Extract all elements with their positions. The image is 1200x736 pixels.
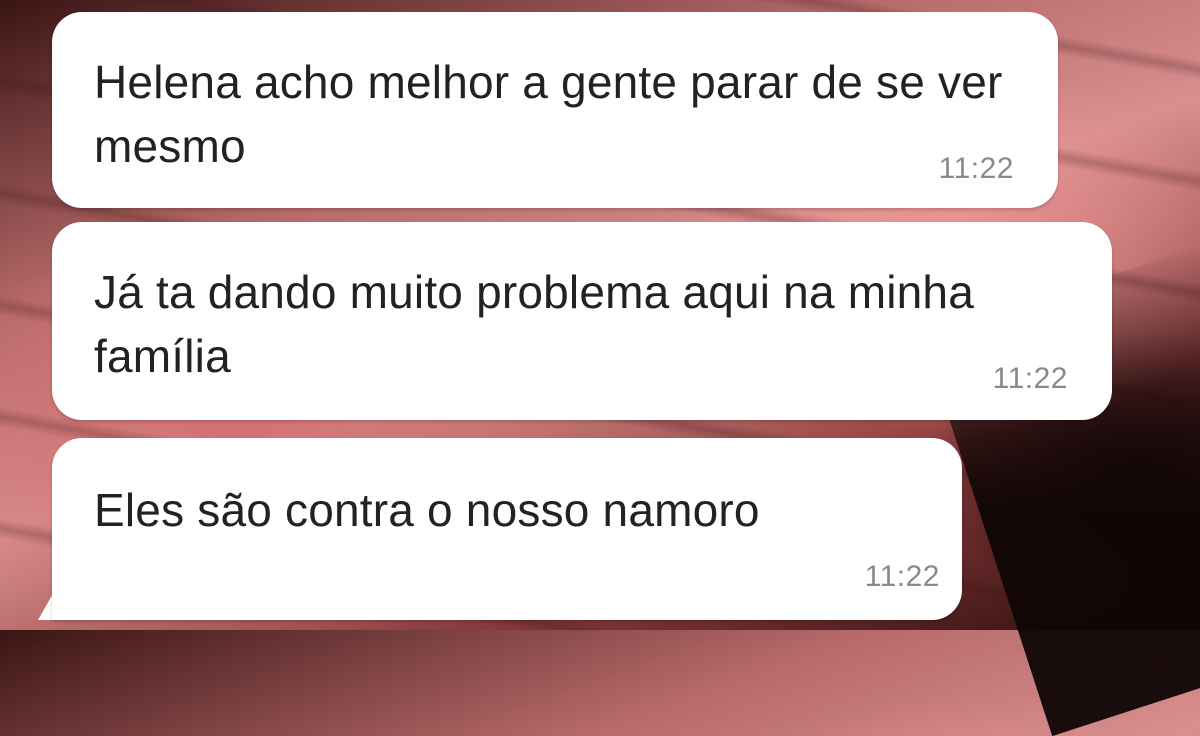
message-text: Eles são contra o nosso namoro: [94, 484, 760, 536]
message-text: Helena acho melhor a gente parar de se v…: [94, 56, 1003, 172]
message-bubble-3[interactable]: Eles são contra o nosso namoro 11:22: [52, 438, 962, 620]
message-timestamp: 11:22: [864, 560, 940, 593]
message-timestamp: 11:22: [938, 152, 1014, 185]
message-bubble-1[interactable]: Helena acho melhor a gente parar de se v…: [52, 12, 1058, 208]
message-timestamp: 11:22: [992, 362, 1068, 395]
message-bubble-2[interactable]: Já ta dando muito problema aqui na minha…: [52, 222, 1112, 420]
message-text: Já ta dando muito problema aqui na minha…: [94, 266, 975, 382]
